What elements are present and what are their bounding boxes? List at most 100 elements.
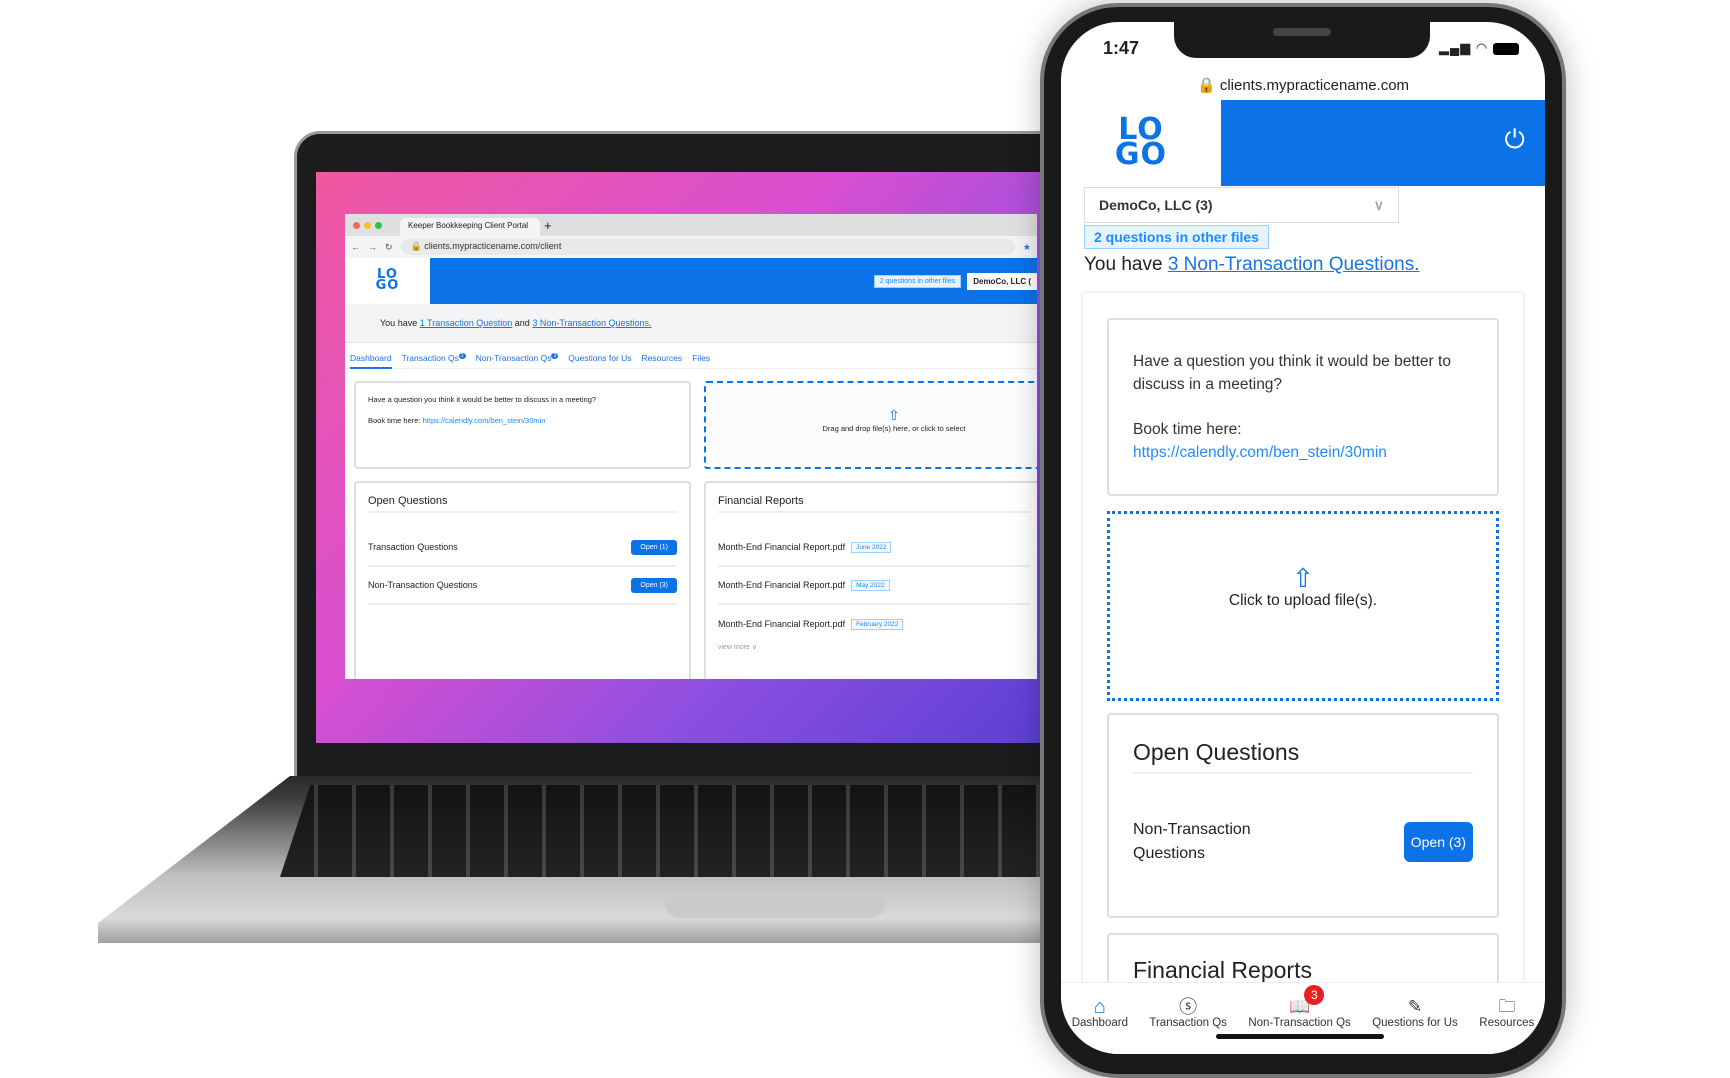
report-date-tag: May 2022 bbox=[851, 579, 890, 591]
home-indicator[interactable] bbox=[1216, 1034, 1384, 1039]
open-non-transaction-button[interactable]: Open (3) bbox=[631, 577, 677, 593]
minimize-window-button[interactable] bbox=[364, 221, 371, 229]
browser-window: Keeper Bookkeeping Client Portal + ← → ↻ 🔒… bbox=[345, 214, 1037, 679]
nav-label: Dashboard bbox=[1071, 1017, 1128, 1029]
phone-logo: LO GO bbox=[1061, 100, 1221, 186]
tab-transaction-qs[interactable]: Transaction Qs 1 bbox=[402, 353, 466, 368]
back-icon[interactable]: ← bbox=[351, 242, 360, 252]
phone-open-questions-card: Open Questions Non-Transaction Questions… bbox=[1107, 713, 1499, 918]
phone-header: ⏻ bbox=[1221, 100, 1545, 186]
meeting-card: Have a question you think it would be be… bbox=[354, 381, 691, 469]
row-label: Non-Transaction Questions bbox=[1133, 821, 1251, 862]
cloud-upload-icon: ⇧ bbox=[1292, 563, 1314, 593]
new-tab-button[interactable]: + bbox=[544, 218, 552, 233]
open-transaction-button[interactable]: Open (1) bbox=[631, 539, 677, 555]
intro-text: You have 1 Transaction Question and 3 No… bbox=[345, 304, 1037, 342]
open-questions-card: Open Questions Transaction Questions Open… bbox=[354, 481, 691, 679]
phone-upload-dropzone[interactable]: ⇧ Click to upload file(s). bbox=[1107, 511, 1499, 701]
tab-badge: 3 bbox=[551, 353, 559, 360]
laptop-keyboard bbox=[280, 785, 1040, 877]
wifi-icon: ◠ bbox=[1475, 40, 1489, 55]
question-row: Transaction Questions Open (1) bbox=[368, 529, 677, 567]
tab-bar: Dashboard Transaction Qs 1 Non-Transactio… bbox=[345, 343, 1037, 369]
nav-label: Non-Transaction Qs bbox=[1248, 1017, 1351, 1029]
phone-notch bbox=[1174, 18, 1430, 58]
transaction-questions-link[interactable]: 1 Transaction Question bbox=[420, 318, 513, 328]
bookmark-star-icon[interactable]: ★ bbox=[1023, 242, 1031, 253]
phone-other-files-badge[interactable]: 2 questions in other files bbox=[1084, 225, 1269, 249]
nav-transaction-qs[interactable]: ⓢ Transaction Qs bbox=[1149, 997, 1227, 1054]
nav-questions-for-us[interactable]: ✎ Questions for Us bbox=[1372, 997, 1458, 1054]
phone-company-select[interactable]: DemoCo, LLC (3) ∨ bbox=[1084, 187, 1399, 223]
close-window-button[interactable] bbox=[353, 221, 360, 229]
bottom-nav: ⌂ Dashboard ⓢ Transaction Qs 📖 3 Non-Transac… bbox=[1061, 982, 1545, 1054]
laptop-notch bbox=[665, 898, 885, 918]
intro-prefix: You have bbox=[380, 318, 420, 328]
financial-reports-title: Financial Reports bbox=[718, 495, 1030, 513]
report-date-tag: February 2022 bbox=[851, 618, 904, 630]
open-questions-title: Open Questions bbox=[1133, 739, 1473, 774]
report-file[interactable]: Month-End Financial Report.pdf bbox=[718, 580, 845, 590]
tab-questions-for-us[interactable]: Questions for Us bbox=[568, 353, 631, 368]
dashboard-panel: Dashboard Transaction Qs 1 Non-Transactio… bbox=[345, 342, 1037, 679]
calendly-link[interactable]: https://calendly.com/ben_stein/30min bbox=[1133, 441, 1473, 464]
intro-prefix: You have bbox=[1084, 254, 1168, 275]
tab-resources[interactable]: Resources bbox=[642, 353, 683, 368]
report-file[interactable]: Month-End Financial Report.pdf bbox=[718, 619, 845, 629]
upload-text: Click to upload file(s). bbox=[1228, 592, 1378, 609]
report-row[interactable]: Month-End Financial Report.pdf June 2022 bbox=[718, 529, 1030, 567]
nav-label: Resources bbox=[1479, 1017, 1535, 1029]
meeting-question: Have a question you think it would be be… bbox=[1133, 353, 1451, 393]
folder-icon: 🗀 bbox=[1498, 997, 1516, 1016]
company-select-value: DemoCo, LLC (3) bbox=[1099, 197, 1213, 213]
tab-label: Transaction Qs bbox=[401, 353, 459, 363]
open-questions-title: Open Questions bbox=[368, 495, 677, 513]
view-more-link[interactable]: view more ∨ bbox=[718, 643, 1030, 651]
browser-tab[interactable]: Keeper Bookkeeping Client Portal bbox=[400, 218, 540, 236]
phone-meeting-card: Have a question you think it would be be… bbox=[1107, 318, 1499, 496]
non-transaction-questions-link[interactable]: 3 Non-Transaction Questions. bbox=[1168, 254, 1420, 275]
tab-non-transaction-qs[interactable]: Non-Transaction Qs 3 bbox=[476, 353, 559, 368]
status-icons: ▂▄▆ ◠ bbox=[1439, 40, 1519, 56]
company-select[interactable]: DemoCo, LLC ( bbox=[967, 272, 1037, 290]
open-non-transaction-button[interactable]: Open (3) bbox=[1403, 822, 1473, 862]
nav-resources[interactable]: 🗀 Resources bbox=[1479, 997, 1534, 1054]
report-file[interactable]: Month-End Financial Report.pdf bbox=[718, 542, 845, 552]
nav-label: Transaction Qs bbox=[1149, 1017, 1227, 1029]
tab-files[interactable]: Files bbox=[692, 353, 710, 368]
tab-label: Non-Transaction Qs bbox=[475, 353, 552, 363]
signal-icon: ▂▄▆ bbox=[1439, 40, 1472, 55]
calendly-link[interactable]: https://calendly.com/ben_stein/30min bbox=[423, 416, 546, 425]
reload-icon[interactable]: ↻ bbox=[385, 242, 393, 253]
question-row: Non-Transaction Questions Open (3) bbox=[1133, 818, 1473, 866]
meeting-question: Have a question you think it would be be… bbox=[368, 395, 597, 404]
row-label: Transaction Questions bbox=[368, 542, 458, 552]
home-icon: ⌂ bbox=[1093, 996, 1106, 1018]
book-icon: 📖 bbox=[1288, 997, 1311, 1016]
status-time: 1:47 bbox=[1103, 38, 1140, 58]
nav-non-transaction-qs[interactable]: 📖 3 Non-Transaction Qs bbox=[1248, 985, 1351, 1054]
forward-icon[interactable]: → bbox=[368, 242, 377, 252]
logout-icon[interactable]: ⏻ bbox=[1504, 124, 1525, 156]
upload-text: Drag and drop file(s) here, or click to … bbox=[822, 424, 966, 433]
maximize-window-button[interactable] bbox=[375, 221, 382, 229]
other-files-badge[interactable]: 2 questions in other files bbox=[873, 274, 962, 288]
file-upload-dropzone[interactable]: ⇧ Drag and drop file(s) here, or click t… bbox=[704, 381, 1037, 469]
tab-dashboard[interactable]: Dashboard bbox=[350, 353, 392, 369]
chevron-down-icon: ∨ bbox=[1373, 197, 1384, 213]
url-input[interactable]: 🔒 clients.mypracticename.com/client bbox=[400, 239, 1015, 255]
phone-intro: You have 3 Non-Transaction Questions. bbox=[1084, 254, 1420, 276]
browser-tab-bar: Keeper Bookkeeping Client Portal + bbox=[345, 214, 1037, 236]
cloud-upload-icon: ⇧ bbox=[888, 407, 900, 423]
report-row[interactable]: Month-End Financial Report.pdf February 2… bbox=[718, 605, 1030, 643]
app-header: LO GO 2 questions in other files DemoCo, … bbox=[345, 258, 1037, 304]
logo: LO GO bbox=[345, 258, 430, 304]
phone-url-bar[interactable]: 🔒 clients.mypracticename.com bbox=[1061, 76, 1545, 94]
book-label: Book time here: bbox=[368, 416, 423, 425]
address-bar: ← → ↻ 🔒 clients.mypracticename.com/client … bbox=[345, 236, 1037, 258]
tab-badge: 1 bbox=[458, 353, 466, 360]
non-transaction-questions-link[interactable]: 3 Non-Transaction Questions. bbox=[532, 318, 651, 328]
tab-title: Keeper Bookkeeping Client Portal bbox=[408, 221, 529, 230]
nav-dashboard[interactable]: ⌂ Dashboard bbox=[1072, 997, 1128, 1054]
report-row[interactable]: Month-End Financial Report.pdf May 2022 bbox=[718, 567, 1030, 605]
